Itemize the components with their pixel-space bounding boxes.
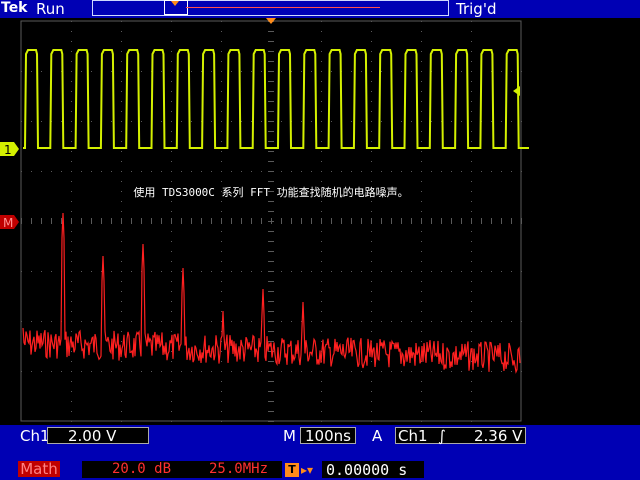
timebase-readout[interactable]: 100ns	[300, 427, 356, 445]
trigger-slope-icon: ∫	[438, 427, 446, 445]
trigger-status: Trig'd	[456, 0, 497, 18]
ch1-label[interactable]: Ch1	[20, 427, 50, 445]
math-marker-label: M	[3, 216, 13, 230]
ch1-scale-readout[interactable]: 2.00 V	[47, 427, 149, 445]
trigger-level: 2.36 V	[474, 427, 523, 445]
scope-display: 1 M 使用 TDS3000C 系列 FFT 功能查找随机的电路噪声。	[0, 18, 529, 422]
trigger-position-icon	[171, 1, 179, 6]
math-label[interactable]: Math	[18, 461, 60, 477]
math-span: 25.0MHz	[209, 461, 269, 477]
math-marker[interactable]: M	[0, 215, 19, 230]
screen-annotation: 使用 TDS3000C 系列 FFT 功能查找随机的电路噪声。	[133, 185, 408, 199]
bottom-readout-bar: Ch1 2.00 V M 100ns A Ch1 ∫ 2.36 V Math 2…	[0, 425, 640, 480]
horizontal-position-value: 0.00000 s	[326, 461, 408, 479]
timebase-prefix: M	[283, 427, 296, 445]
position-arrow-icon: ▸▾	[301, 463, 314, 477]
trigger-source: Ch1	[398, 427, 428, 445]
ch1-marker-label: 1	[4, 143, 12, 157]
ch1-waveform	[23, 49, 529, 149]
trigger-readout[interactable]: Ch1 ∫ 2.36 V	[395, 427, 526, 445]
trigger-prefix: A	[372, 427, 383, 445]
timebase-value: 100ns	[305, 427, 351, 445]
ch1-marker[interactable]: 1	[0, 142, 19, 157]
run-state[interactable]: Run	[36, 0, 65, 18]
horizontal-position-readout[interactable]: 0.00000 s	[322, 461, 424, 479]
top-status-bar: Tek Run Trig'd	[0, 0, 640, 18]
record-line	[186, 7, 380, 8]
math-readout[interactable]: 20.0 dB 25.0MHz	[82, 461, 282, 478]
brand-logo: Tek	[1, 0, 28, 16]
horizontal-position-icon: T	[285, 463, 299, 477]
math-scale: 20.0 dB	[112, 461, 172, 477]
record-view-bar	[92, 0, 449, 16]
math-fft-spectrum	[22, 212, 521, 374]
ch1-scale-value: 2.00 V	[68, 427, 117, 445]
